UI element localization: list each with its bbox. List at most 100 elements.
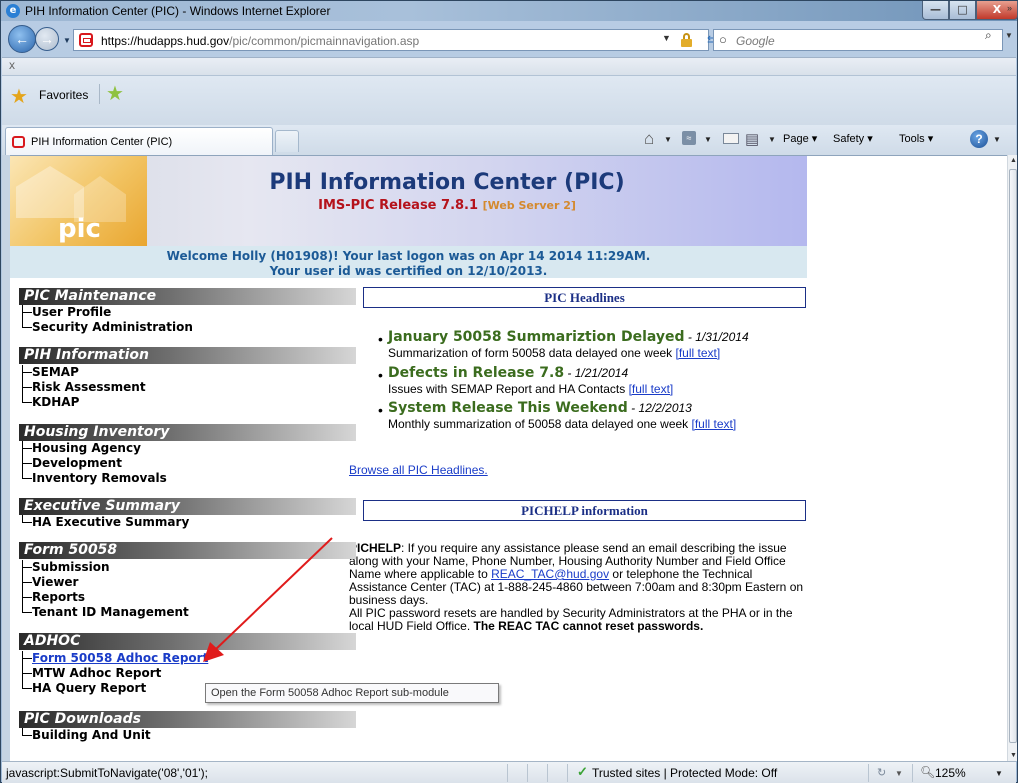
tree-connector-icon [19,560,32,575]
search-options-dropdown-icon[interactable]: ▼ [1005,31,1013,40]
print-dropdown-icon[interactable]: ▼ [768,135,776,144]
tree-connector-icon [19,575,32,590]
status-text: javascript:SubmitToNavigate('08','01'); [6,766,208,780]
read-mail-icon[interactable] [723,133,739,144]
browse-headlines-link[interactable]: Browse all PIC Headlines. [349,463,488,477]
nav-item-label: HA Query Report [32,681,147,695]
nav-item-mtw-adhoc-report[interactable]: MTW Adhoc Report [19,666,161,681]
minimize-button[interactable]: — [922,1,949,20]
nav-item-label: Reports [32,590,86,604]
recent-pages-dropdown-icon[interactable]: ▼ [63,36,71,45]
release-version: IMS-PIC Release 7.8.1 [318,198,479,213]
full-text-link[interactable]: [full text] [692,417,737,431]
status-separator [547,764,548,782]
welcome-line-1: Welcome Holly (H01908)! Your last logon … [166,249,651,263]
favorites-bar: ★ Favorites ★ [2,75,1016,125]
zoom-icon[interactable]: 🔍︎ [920,765,935,779]
url-text[interactable]: https://hudapps.hud.gov/pic/common/picma… [101,34,419,48]
full-text-link[interactable]: [full text] [676,346,721,360]
tree-connector-icon [19,456,32,471]
nav-item-label: Inventory Removals [32,471,167,485]
feeds-dropdown-icon[interactable]: ▼ [704,135,712,144]
maximize-button[interactable]: □ [949,1,976,20]
address-bar[interactable]: https://hudapps.hud.gov/pic/common/picma… [73,29,740,51]
tab-favicon-icon [12,136,25,148]
ie-logo-icon: e [6,4,20,18]
zoom-level[interactable]: 125% [935,766,966,780]
full-text-link[interactable]: [full text] [629,382,674,396]
scroll-down-icon[interactable]: ▼ [1010,752,1017,759]
tree-connector-icon [19,395,32,410]
more-commands-chevron-icon[interactable]: » [1007,3,1012,13]
safety-menu-label: Safety [833,133,865,145]
page-title: PIH Information Center (PIC) [269,170,625,195]
tree-connector-icon [19,590,32,605]
print-icon[interactable]: ▤ [745,130,759,148]
security-zone-label[interactable]: Trusted sites | Protected Mode: Off [592,766,777,780]
lock-icon[interactable] [681,33,692,47]
release-label: IMS-PIC Release 7.8.1 [Web Server 2] [147,198,747,213]
headline-description: Issues with SEMAP Report and HA Contacts [388,382,629,396]
scroll-up-icon[interactable]: ▲ [1010,157,1017,164]
headline-title: Defects in Release 7.8 [388,365,565,381]
back-button[interactable]: ← [8,25,36,53]
address-dropdown-icon[interactable]: ▼ [662,33,671,43]
nav-item-ha-executive-summary[interactable]: HA Executive Summary [19,515,189,530]
popup-blocker-icon[interactable]: ↻ [877,766,886,779]
nav-item-housing-agency[interactable]: Housing Agency [19,441,141,456]
status-bar: javascript:SubmitToNavigate('08','01'); … [2,761,1016,783]
favorites-button[interactable]: Favorites [39,88,88,102]
feeds-icon[interactable]: ≈ [682,131,696,145]
nav-section-heading: PIC Downloads [19,711,356,728]
nav-item-label: Form 50058 Adhoc Report [32,651,209,665]
server-label: [Web Server 2] [482,199,576,212]
home-icon[interactable]: ⌂ [644,129,654,149]
nav-item-security-administration[interactable]: Security Administration [19,320,193,335]
nav-item-form-50058-adhoc-report[interactable]: Form 50058 Adhoc Report [19,651,208,666]
forward-button[interactable]: → [35,27,59,51]
search-box[interactable]: ○ Google [713,29,1003,51]
title-bar[interactable]: e PIH Information Center (PIC) - Windows… [1,1,1018,21]
tab-pic[interactable]: PIH Information Center (PIC) [5,127,273,155]
help-icon[interactable]: ? [970,130,988,148]
search-icon[interactable]: ⌕ [985,28,992,43]
nav-item-ha-query-report[interactable]: HA Query Report [19,681,146,696]
home-dropdown-icon[interactable]: ▼ [664,135,672,144]
favorites-star-icon[interactable]: ★ [10,84,28,109]
nav-item-semap[interactable]: SEMAP [19,365,79,380]
tools-menu[interactable]: Tools ▾ [899,132,933,145]
scroll-thumb[interactable] [1009,169,1017,743]
zoom-dropdown-icon[interactable]: ▼ [995,769,1003,778]
nav-item-inventory-removals[interactable]: Inventory Removals [19,471,167,486]
nav-item-risk-assessment[interactable]: Risk Assessment [19,380,146,395]
find-bar: x [2,57,1016,75]
nav-item-viewer[interactable]: Viewer [19,575,78,590]
page-menu[interactable]: Page ▾ [783,132,817,145]
status-separator [868,764,869,782]
close-findbar-icon[interactable]: x [9,58,15,72]
nav-item-label: Tenant ID Management [32,605,189,619]
tree-connector-icon [19,380,32,395]
tree-connector-icon [19,441,32,456]
safety-menu[interactable]: Safety ▾ [833,132,873,145]
nav-item-user-profile[interactable]: User Profile [19,305,111,320]
nav-item-development[interactable]: Development [19,456,122,471]
reac-tac-email-link[interactable]: REAC_TAC@hud.gov [491,567,609,581]
new-tab-button[interactable] [275,130,299,152]
nav-item-tenant-id-management[interactable]: Tenant ID Management [19,605,189,620]
add-to-favorites-bar-icon[interactable]: ★ [106,81,124,106]
tree-connector-icon [19,605,32,620]
nav-item-building-and-unit[interactable]: Building And Unit [19,728,151,743]
headline-item: • January 50058 Summariztion Delayed - 1… [378,328,808,361]
vertical-scrollbar[interactable]: ▲ ▼ [1007,155,1017,761]
headline-date: - 1/21/2014 [564,366,629,380]
headline-description: Monthly summarization of 50058 data dela… [388,417,692,431]
nav-item-submission[interactable]: Submission [19,560,110,575]
help-dropdown-icon[interactable]: ▼ [993,135,1001,144]
popup-blocker-dropdown-icon[interactable]: ▼ [895,769,903,778]
nav-item-label: User Profile [32,305,112,319]
tree-connector-icon [19,728,32,743]
nav-item-reports[interactable]: Reports [19,590,85,605]
welcome-banner: Welcome Holly (H01908)! Your last logon … [10,246,807,278]
nav-item-kdhap[interactable]: KDHAP [19,395,79,410]
